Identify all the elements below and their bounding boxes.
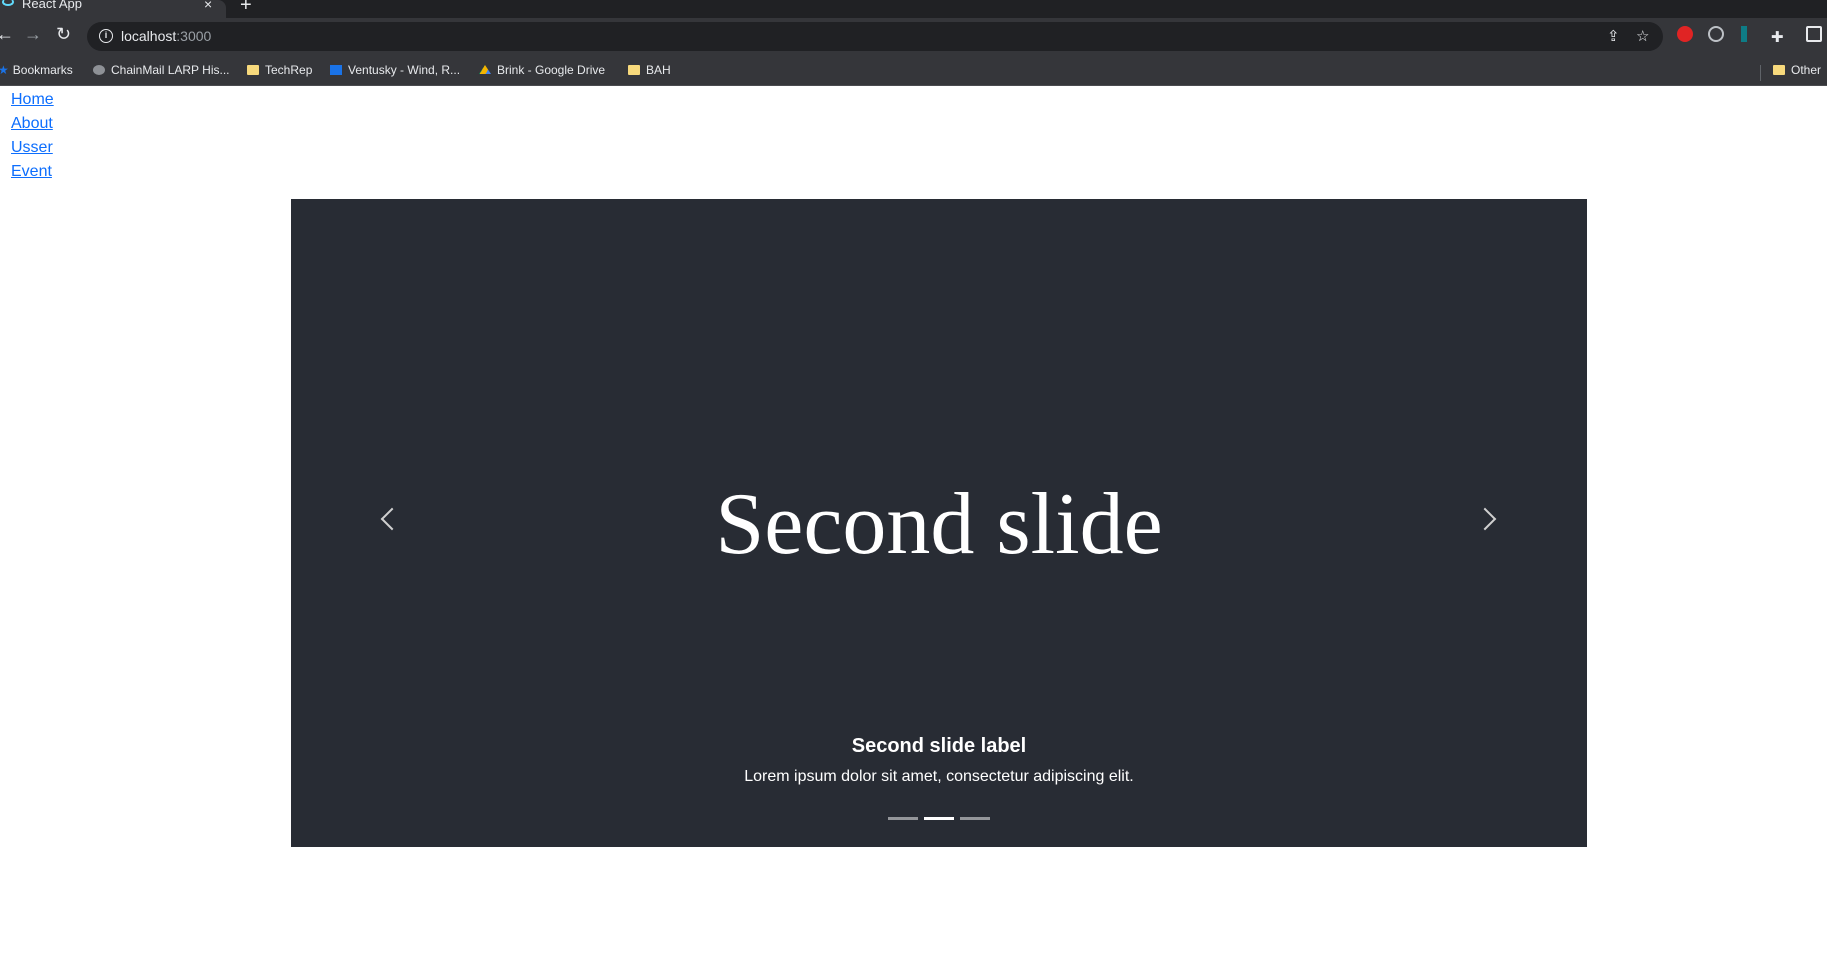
bookmark-label: ChainMail LARP His... [111,63,230,77]
nav-link-about[interactable]: About [11,112,54,136]
page-nav: Home About Usser Event [11,88,54,184]
carousel-indicator[interactable] [888,817,918,820]
folder-icon [628,65,640,75]
tab-strip: React App × + [0,0,1827,18]
reload-icon[interactable]: ↻ [56,24,71,45]
bookmark-bookmarks[interactable]: ★ Bookmarks [0,63,73,77]
folder-icon [247,65,259,75]
forward-icon[interactable]: → [24,24,42,45]
carousel-next-button[interactable] [1473,499,1505,539]
url-host: localhost [121,28,177,44]
bookmark-techrep[interactable]: TechRep [247,63,312,77]
bookmark-bah[interactable]: BAH [628,63,671,77]
bookmark-label: Other [1791,63,1822,77]
browser-tab[interactable]: React App × [0,0,226,18]
extension-red-icon[interactable] [1677,26,1693,42]
close-tab-icon[interactable]: × [204,0,212,12]
carousel-caption: Second slide label Lorem ipsum dolor sit… [291,735,1587,786]
bookmark-label: Ventusky - Wind, R... [348,63,461,77]
star-icon: ★ [0,63,9,77]
ventusky-icon [330,65,342,75]
bookmark-star-icon[interactable]: ☆ [1636,27,1649,45]
nav-link-usser[interactable]: Usser [11,136,54,160]
google-drive-icon [479,65,491,74]
bookmark-label: BAH [646,63,671,77]
back-icon[interactable]: ← [0,24,14,45]
caption-title: Second slide label [851,735,1027,757]
carousel-indicators [291,817,1587,820]
info-icon[interactable]: i [99,29,113,43]
extension-teal-icon[interactable] [1741,26,1747,42]
bookmark-label: Brink - Google Drive [497,63,606,77]
bookmarks-bar: ★ Bookmarks ChainMail LARP His... TechRep… [0,55,1827,86]
nav-link-home[interactable]: Home [11,88,54,112]
url-text[interactable]: localhost:3000 [121,28,211,44]
nav-link-event[interactable]: Event [11,160,54,184]
side-panel-icon[interactable] [1806,26,1822,42]
bookmark-label: TechRep [265,63,313,77]
address-bar[interactable]: i localhost:3000 ⇪ ☆ [87,22,1663,51]
carousel-prev-button[interactable] [374,499,404,539]
chevron-left-icon [380,507,404,531]
chevron-right-icon [1473,507,1497,531]
caption-text: Lorem ipsum dolor sit amet, consectetur … [744,768,1134,785]
extension-circle-icon[interactable] [1708,26,1724,42]
carousel: Second slide Second slide label Lorem ip… [291,199,1587,847]
bookmark-chainmail[interactable]: ChainMail LARP His... [93,63,230,77]
bookmark-label: Bookmarks [12,63,73,77]
tab-title: React App [22,0,82,11]
carousel-indicator[interactable] [924,817,954,820]
react-icon [2,0,14,6]
share-icon[interactable]: ⇪ [1607,27,1620,45]
slide-heading: Second slide [715,476,1163,573]
url-port: :3000 [176,28,212,44]
folder-icon [1773,65,1785,75]
browser-toolbar: ← → ↻ i localhost:3000 ⇪ ☆ ✚ [0,18,1827,55]
bookmark-brink[interactable]: Brink - Google Drive [479,63,605,77]
bookmark-ventusky[interactable]: Ventusky - Wind, R... [330,63,460,77]
puzzle-icon[interactable]: ✚ [1771,28,1784,46]
globe-icon [93,65,105,75]
new-tab-button[interactable]: + [240,0,252,17]
bookmarks-divider [1760,65,1761,81]
bookmark-other[interactable]: Other [1773,63,1821,77]
carousel-indicator[interactable] [960,817,990,820]
